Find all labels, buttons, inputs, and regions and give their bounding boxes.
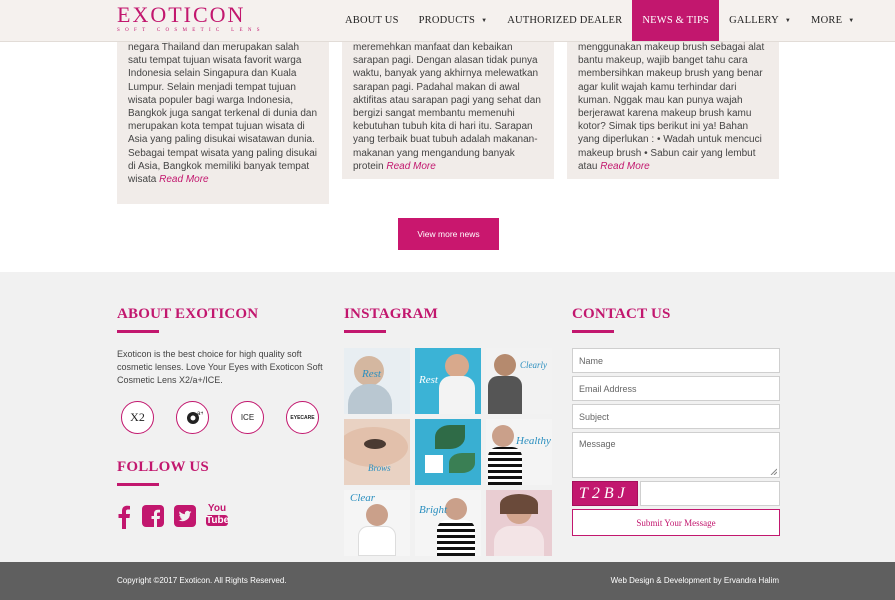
copyright-text: Copyright ©2017 Exoticon. All Rights Res…: [117, 576, 287, 585]
instagram-photo[interactable]: Clearly: [486, 348, 552, 414]
read-more-link[interactable]: Read More: [159, 174, 208, 185]
nav-authorized-dealer[interactable]: AUTHORIZED DEALER: [497, 0, 632, 41]
placeholder-text: Message: [579, 439, 616, 449]
logo-wordmark: EXOTICON: [117, 2, 246, 27]
caret-down-icon: ▼: [848, 17, 855, 24]
lens-icon: a+: [186, 411, 203, 424]
caret-down-icon: ▼: [481, 17, 488, 24]
excerpt-text: menggunakan makeup brush sebagai alat ba…: [578, 42, 765, 172]
site-header: EXOTICON SOFT COSMETIC LENS ABOUT US PRO…: [0, 0, 895, 42]
instagram-photo[interactable]: Clear: [344, 490, 410, 556]
read-more-link[interactable]: Read More: [386, 161, 435, 172]
email-field[interactable]: Email Address: [572, 376, 780, 401]
nav-label: NEWS & TIPS: [642, 15, 710, 26]
nav-more[interactable]: MORE ▼: [801, 0, 864, 41]
nav-label: AUTHORIZED DEALER: [507, 15, 623, 26]
read-more-link[interactable]: Read More: [600, 161, 649, 172]
nav-gallery[interactable]: GALLERY ▼: [719, 0, 801, 41]
nav-about-us[interactable]: ABOUT US: [335, 0, 409, 41]
eyecare-badge[interactable]: EYECARE: [286, 401, 319, 434]
youtube-top-text: You: [207, 503, 227, 514]
placeholder-text: Name: [579, 355, 604, 366]
instagram-photo[interactable]: [415, 419, 481, 485]
site-footer-bar: Copyright ©2017 Exoticon. All Rights Res…: [0, 562, 895, 600]
badge-label: EYECARE: [290, 414, 315, 421]
designer-credit-link[interactable]: Web Design & Development by Ervandra Hal…: [611, 576, 779, 585]
instagram-caption: Healthy: [516, 435, 551, 447]
badge-label: a+: [197, 411, 203, 417]
captcha-image: T2BJ: [572, 481, 638, 506]
youtube-icon[interactable]: You Tube: [206, 503, 230, 526]
nav-news-tips[interactable]: NEWS & TIPS: [632, 0, 720, 41]
about-title: ABOUT EXOTICON: [117, 306, 259, 322]
instagram-caption: Clearly: [520, 360, 547, 370]
twitter-icon[interactable]: [174, 505, 196, 532]
badge-label: ICE: [240, 413, 255, 422]
about-text: Exoticon is the best choice for high qua…: [117, 349, 323, 385]
instagram-photo[interactable]: Healthy: [486, 419, 552, 485]
instagram-title: INSTAGRAM: [344, 306, 439, 322]
instagram-photo[interactable]: Brows: [344, 419, 410, 485]
facebook-icon[interactable]: [117, 505, 131, 534]
news-card: menggunakan makeup brush sebagai alat ba…: [567, 30, 779, 179]
main-nav: ABOUT US PRODUCTS ▼ AUTHORIZED DEALER NEW…: [335, 0, 864, 41]
news-excerpt: meremehkan manfaat dan kebaikan sarapan …: [353, 41, 543, 173]
caret-down-icon: ▼: [784, 17, 792, 24]
instagram-photo[interactable]: [486, 490, 552, 556]
name-field[interactable]: Name: [572, 348, 780, 373]
instagram-caption: Rest: [362, 368, 381, 380]
nav-products[interactable]: PRODUCTS ▼: [409, 0, 498, 41]
excerpt-text: meremehkan manfaat dan kebaikan sarapan …: [353, 42, 541, 172]
facebook-square-icon[interactable]: [142, 505, 164, 532]
instagram-caption: Brows: [368, 463, 391, 473]
instagram-caption: Bright: [419, 504, 448, 516]
excerpt-text: negara Thailand dan merupakan salah satu…: [128, 42, 318, 186]
section-underline: [117, 483, 159, 486]
x2-badge[interactable]: X2: [121, 401, 154, 434]
follow-title: FOLLOW US: [117, 459, 209, 475]
site-logo[interactable]: EXOTICON SOFT COSMETIC LENS: [117, 4, 277, 38]
nav-label: GALLERY: [729, 15, 779, 26]
nav-label: ABOUT US: [345, 15, 399, 26]
message-textarea[interactable]: Message: [572, 432, 780, 478]
resize-handle-icon[interactable]: [769, 467, 777, 475]
news-excerpt: menggunakan makeup brush sebagai alat ba…: [578, 41, 768, 173]
nav-label: PRODUCTS: [418, 15, 476, 26]
placeholder-text: Email Address: [579, 383, 637, 394]
news-card: negara Thailand dan merupakan salah satu…: [117, 30, 329, 204]
news-excerpt: negara Thailand dan merupakan salah satu…: [128, 41, 318, 186]
logo-tagline: SOFT COSMETIC LENS: [117, 28, 265, 33]
section-underline: [344, 330, 386, 333]
placeholder-text: Subject: [579, 411, 610, 422]
subject-field[interactable]: Subject: [572, 404, 780, 429]
badge-label: X2: [130, 410, 145, 424]
contact-title: CONTACT US: [572, 306, 671, 322]
nav-label: MORE: [811, 15, 843, 26]
instagram-photo[interactable]: Rest: [344, 348, 410, 414]
captcha-input[interactable]: [640, 481, 780, 506]
section-underline: [572, 330, 614, 333]
news-card: meremehkan manfaat dan kebaikan sarapan …: [342, 30, 554, 179]
ice-badge[interactable]: ICE: [231, 401, 264, 434]
view-more-news-button[interactable]: View more news: [398, 218, 499, 250]
instagram-photo[interactable]: Rest: [415, 348, 481, 414]
instagram-caption: Rest: [419, 374, 438, 386]
a-plus-badge[interactable]: a+: [176, 401, 209, 434]
instagram-caption: Clear: [350, 492, 376, 504]
youtube-bottom-text: Tube: [206, 515, 230, 526]
section-underline: [117, 330, 159, 333]
instagram-photo[interactable]: Bright: [415, 490, 481, 556]
submit-message-button[interactable]: Submit Your Message: [572, 509, 780, 536]
